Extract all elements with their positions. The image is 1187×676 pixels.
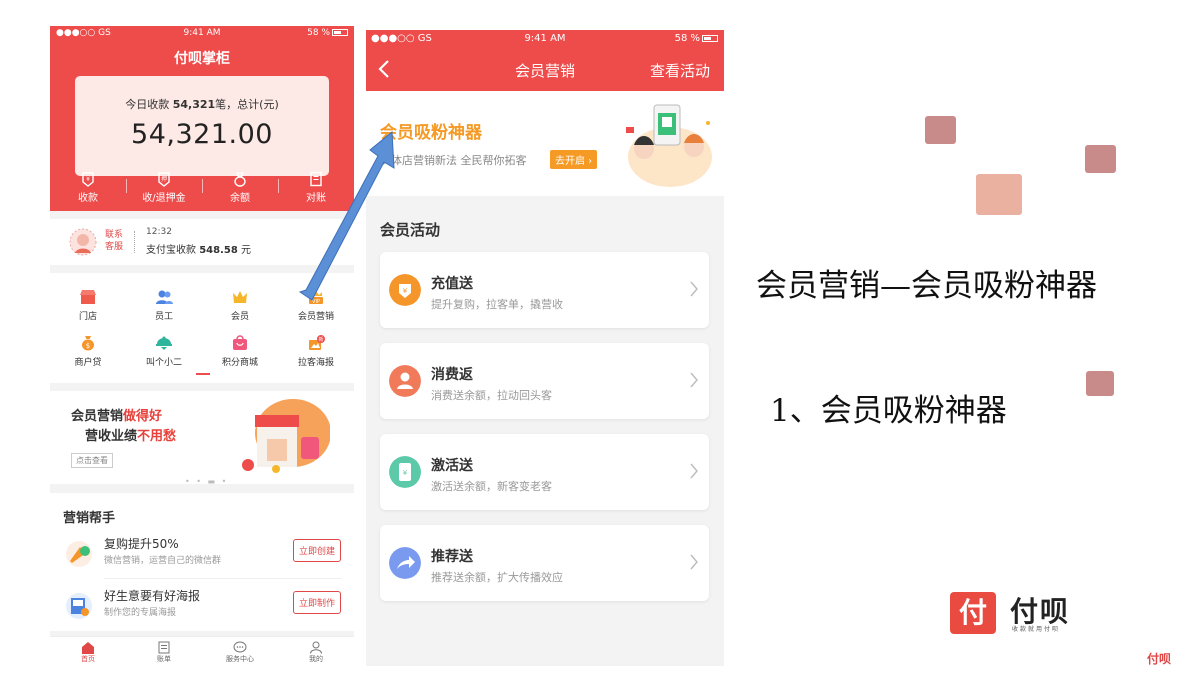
- action-collect[interactable]: ¥ 收款: [50, 169, 126, 209]
- status-bar: ●●●○○ GS 9:41 AM 58 %: [50, 26, 354, 42]
- activity-activate-gift[interactable]: ¥ 激活送 激活送余额，新客变老客: [380, 434, 709, 510]
- income-count: 54,321: [172, 98, 216, 111]
- fan-attraction-promo[interactable]: 会员吸粉神器 实体店营销新法 全民帮你拓客 去开启 ›: [366, 91, 724, 196]
- tab-service-center[interactable]: 服务中心: [202, 637, 278, 670]
- divider: [104, 578, 341, 579]
- helper-item-repurchase[interactable]: 复购提升50% 微信营销，运营自己的微信群 立即创建: [50, 531, 354, 581]
- collect-icon: ¥: [82, 172, 94, 187]
- action-balance[interactable]: 余额: [202, 169, 278, 209]
- referral-icon: [389, 547, 421, 579]
- action-deposit[interactable]: 押 收/退押金: [126, 169, 202, 209]
- grid-item-staff[interactable]: 员工: [126, 289, 202, 322]
- battery-indicator: 58 %: [675, 33, 718, 44]
- activate-icon: ¥: [389, 456, 421, 488]
- marketing-header: ●●●○○ GS 9:41 AM 58 % 会员营销 查看活动: [366, 30, 724, 91]
- grid-item-loan[interactable]: $ 商户贷: [50, 335, 126, 368]
- marketing-banner[interactable]: 会员营销做得好 营收业绩不用愁 点击查看 • • ▬ •: [50, 391, 354, 486]
- decor-square: [976, 174, 1022, 215]
- poster-maker-icon: [66, 593, 92, 619]
- tab-home[interactable]: 首页: [50, 637, 126, 670]
- battery-icon: [702, 34, 718, 42]
- svg-text:押: 押: [161, 175, 167, 183]
- status-time: 9:41 AM: [524, 33, 566, 44]
- banner-view-button[interactable]: 点击查看: [71, 453, 113, 468]
- svg-text:¥: ¥: [403, 469, 408, 477]
- banner-line-1: 会员营销做得好: [71, 409, 163, 424]
- tab-bill[interactable]: 账单: [126, 637, 202, 670]
- view-activities-link[interactable]: 查看活动: [650, 60, 710, 81]
- grid-item-member[interactable]: 会员: [202, 289, 278, 322]
- phone-member-marketing-screen: ●●●○○ GS 9:41 AM 58 % 会员营销 查看活动 会员吸粉神器 实…: [366, 30, 724, 666]
- promo-illustration: [626, 104, 712, 187]
- brand-slogan: 收款就用付呗: [1012, 626, 1061, 633]
- support-avatar-icon: [69, 228, 97, 256]
- page-indicator: [196, 373, 210, 375]
- service-icon: [233, 641, 247, 653]
- grid-item-store[interactable]: 门店: [50, 289, 126, 322]
- loan-icon: $: [82, 336, 94, 351]
- svg-text:¥: ¥: [86, 176, 90, 183]
- decor-square: [1085, 145, 1116, 173]
- svg-text:新: 新: [318, 336, 323, 343]
- chevron-right-icon: [690, 372, 698, 388]
- chevron-right-icon: [690, 554, 698, 570]
- income-summary: 今日收款 54,321笔，总计(元): [125, 98, 279, 111]
- decor-square: [1086, 371, 1114, 396]
- status-bar: ●●●○○ GS 9:41 AM 58 %: [366, 30, 724, 48]
- app-title: 付呗掌柜: [174, 51, 230, 67]
- profile-icon: [310, 641, 322, 654]
- slide-point: 1、会员吸粉神器: [770, 393, 1007, 429]
- home-icon: [82, 642, 94, 654]
- chevron-right-icon: [690, 463, 698, 479]
- helper-title: 营销帮手: [63, 511, 116, 526]
- bottom-tab-bar: 首页 账单 服务中心 我的: [50, 636, 354, 670]
- shop-illustration: [242, 399, 330, 473]
- crown-icon: [233, 291, 247, 303]
- support-tag: 联系客服: [105, 230, 124, 252]
- bill-icon: [158, 641, 170, 654]
- annotation-arrow: [298, 130, 395, 301]
- brand-mark-icon: 付: [950, 592, 996, 634]
- balance-icon: [234, 172, 246, 187]
- battery-indicator: 58 %: [307, 28, 348, 38]
- helper-item-poster[interactable]: 好生意要有好海报 制作您的专属海报 立即制作: [50, 583, 354, 633]
- slide-heading: 会员营销—会员吸粉神器: [756, 268, 1097, 304]
- enable-button[interactable]: 去开启 ›: [550, 150, 598, 169]
- create-now-button[interactable]: 立即创建: [292, 539, 341, 562]
- corner-brand-label: 付呗: [1146, 652, 1171, 666]
- deposit-icon: 押: [158, 172, 170, 187]
- banner-line-2: 营收业绩不用愁: [85, 429, 177, 444]
- store-icon: [80, 290, 96, 304]
- battery-icon: [332, 29, 348, 36]
- tab-profile[interactable]: 我的: [278, 637, 354, 670]
- marketing-helper-section: 营销帮手 复购提升50% 微信营销，运营自己的微信群 立即创建 好生意要有好海报…: [50, 493, 354, 631]
- support-message: 支付宝收款 548.58 元: [146, 245, 251, 256]
- staff-icon: [156, 290, 173, 304]
- repurchase-icon: [66, 541, 92, 567]
- activity-recharge-gift[interactable]: ¥ 充值送 提升复购，拉客单，撬营收: [380, 252, 709, 328]
- activity-cashback[interactable]: 消费返 消费送余额，拉动回头客: [380, 343, 709, 419]
- svg-text:$: $: [86, 342, 90, 350]
- waiter-icon: [156, 336, 172, 350]
- points-mall-icon: [233, 335, 247, 350]
- grid-item-points-mall[interactable]: 积分商城: [202, 335, 278, 368]
- poster-icon: 新: [309, 335, 325, 350]
- grid-item-poster[interactable]: 新 拉客海报: [278, 335, 354, 368]
- chevron-right-icon: [690, 281, 698, 297]
- divider: [134, 231, 135, 253]
- grid-item-waiter[interactable]: 叫个小二: [126, 335, 202, 368]
- cashback-icon: [389, 365, 421, 397]
- make-now-button[interactable]: 立即制作: [292, 591, 341, 614]
- decor-square: [925, 116, 956, 144]
- activity-referral-gift[interactable]: 推荐送 推荐送余额，扩大传播效应: [380, 525, 709, 601]
- support-time: 12:32: [146, 227, 172, 237]
- brand-logo: 付 付呗 收款就用付呗: [950, 590, 1080, 636]
